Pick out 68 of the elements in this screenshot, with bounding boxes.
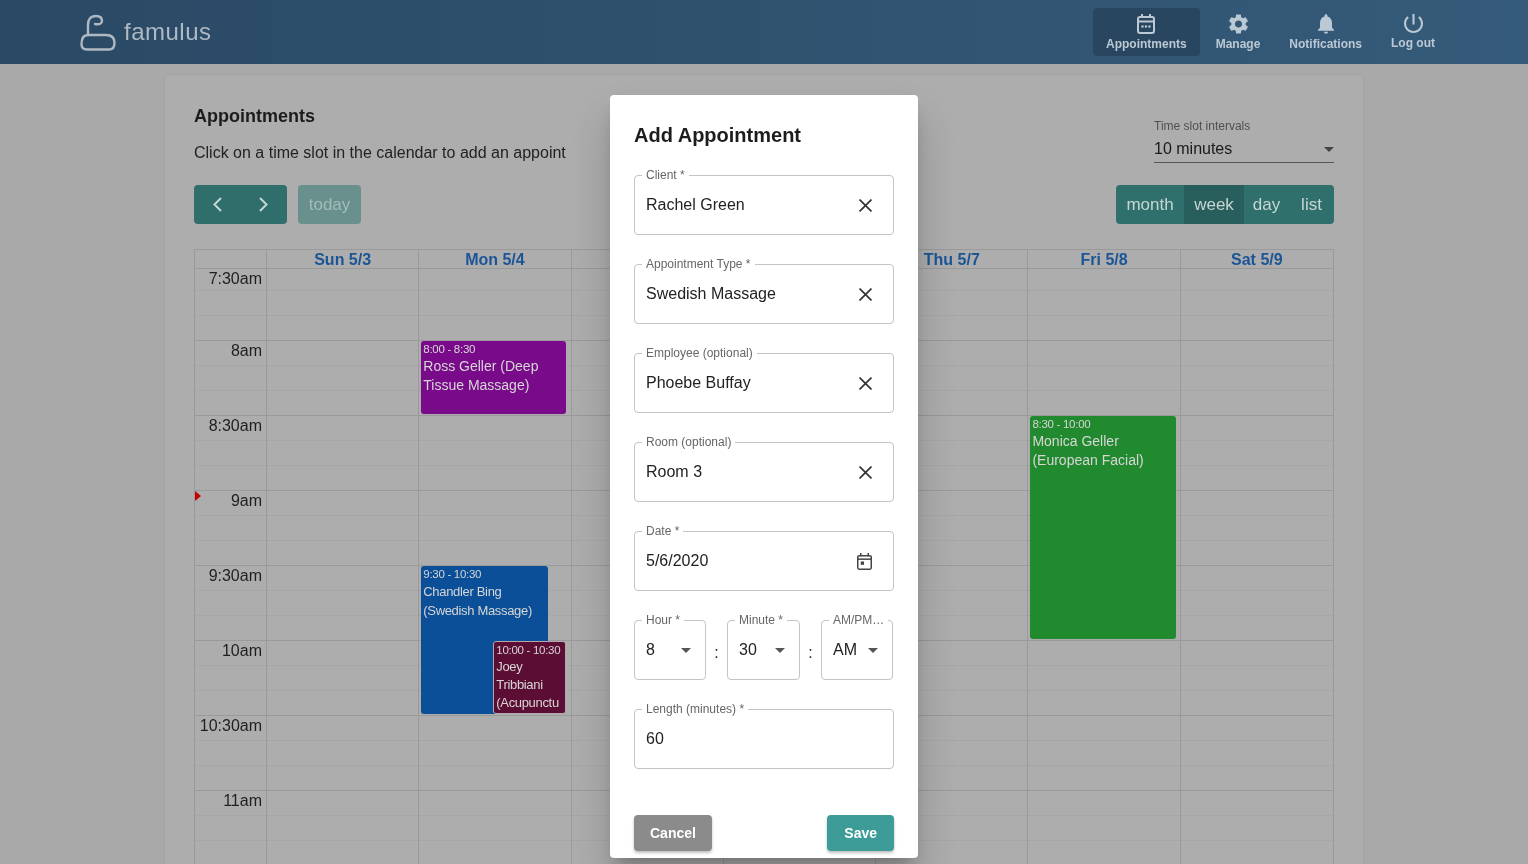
page-title: Appointments	[194, 105, 316, 128]
interval-select[interactable]: 10 minutes	[1154, 138, 1334, 163]
time-separator: :	[713, 643, 720, 663]
logo-icon	[80, 13, 116, 51]
field-label: Minute *	[735, 613, 788, 627]
next-button[interactable]	[240, 185, 287, 224]
caret-icon	[681, 647, 691, 653]
chevron-right-icon	[259, 197, 268, 212]
time-label: 8:30am	[208, 416, 262, 436]
logo-text: famulus	[124, 18, 212, 46]
event-title: Chandler Bing (Swedish Massage)	[423, 583, 533, 620]
close-icon[interactable]	[859, 287, 872, 301]
close-icon[interactable]	[859, 198, 872, 212]
field-label: Room (optional)	[642, 435, 736, 449]
time-label: 11am	[223, 791, 262, 811]
event-title: Monica Geller (European Facial)	[1032, 432, 1145, 470]
view-button[interactable]: week	[1184, 185, 1244, 224]
chevron-left-icon	[212, 197, 222, 212]
view-button[interactable]: list	[1289, 185, 1334, 224]
day-header: Thu 5/7	[923, 250, 980, 269]
caret-icon	[775, 647, 785, 653]
select-label: Time slot intervals	[1154, 118, 1252, 134]
event-time: 8:30 - 10:00	[1032, 417, 1092, 432]
view-button[interactable]: month	[1116, 185, 1184, 224]
gear-icon	[1228, 13, 1248, 34]
field-label: Appointment Type *	[642, 257, 755, 271]
time-label: 9am	[230, 491, 262, 511]
event-title: Ross Geller (Deep Tissue Massage)	[423, 357, 540, 395]
field-label: Date *	[642, 524, 684, 538]
calendar-icon[interactable]	[857, 552, 872, 570]
nav-button[interactable]: Log out	[1378, 8, 1448, 56]
time-label: 10am	[221, 641, 262, 661]
nav-button[interactable]: Appointments	[1093, 8, 1200, 56]
field-label: AM/PM…	[829, 613, 889, 627]
field-label: Length (minutes) *	[642, 702, 749, 716]
day-header: Fri 5/8	[1080, 250, 1128, 269]
event-time: 9:30 - 10:30	[423, 567, 483, 582]
event-time: 8:00 - 8:30	[423, 342, 477, 357]
dialog-title: Add Appointment	[634, 123, 802, 148]
field-label: Employee (optional)	[642, 346, 757, 360]
time-label: 7:30am	[208, 269, 262, 289]
power-icon	[1403, 14, 1423, 33]
save-button[interactable]: Save	[827, 815, 894, 851]
field-label: Hour *	[642, 613, 684, 627]
time-label: 9:30am	[208, 566, 262, 586]
current-time-marker-icon	[195, 491, 201, 501]
day-header: Mon 5/4	[465, 250, 525, 269]
time-label: 8am	[230, 341, 262, 361]
event-block[interactable]: 8:00 - 8:30 Ross Geller (Deep Tissue Massage)	[421, 341, 566, 414]
field-label: Client *	[642, 168, 689, 182]
event-block[interactable]: 8:30 - 10:00 Monica Geller (European Facial)	[1030, 416, 1176, 639]
time-separator: :	[807, 643, 814, 663]
day-header: Sun 5/3	[314, 250, 372, 269]
close-icon[interactable]	[859, 376, 872, 390]
event-block[interactable]: 10:00 - 10:30 Joey Tribbiani (Acupunctu	[493, 641, 566, 714]
bell-icon	[1317, 13, 1334, 34]
view-button[interactable]: day	[1244, 185, 1289, 224]
nav-button[interactable]: Manage	[1202, 8, 1274, 56]
time-label: 10:30am	[199, 716, 262, 736]
close-icon[interactable]	[859, 465, 872, 479]
nav-button[interactable]: Notifications	[1276, 8, 1375, 56]
instruction-text: Click on a time slot in the calendar to add an appoint	[194, 143, 566, 163]
caret-icon	[868, 647, 878, 653]
previous-button[interactable]	[194, 185, 240, 224]
day-header: Sat 5/9	[1231, 250, 1283, 269]
calendar-icon	[1137, 13, 1156, 34]
cancel-button[interactable]: Cancel	[634, 815, 712, 851]
caret-icon	[1324, 146, 1334, 152]
